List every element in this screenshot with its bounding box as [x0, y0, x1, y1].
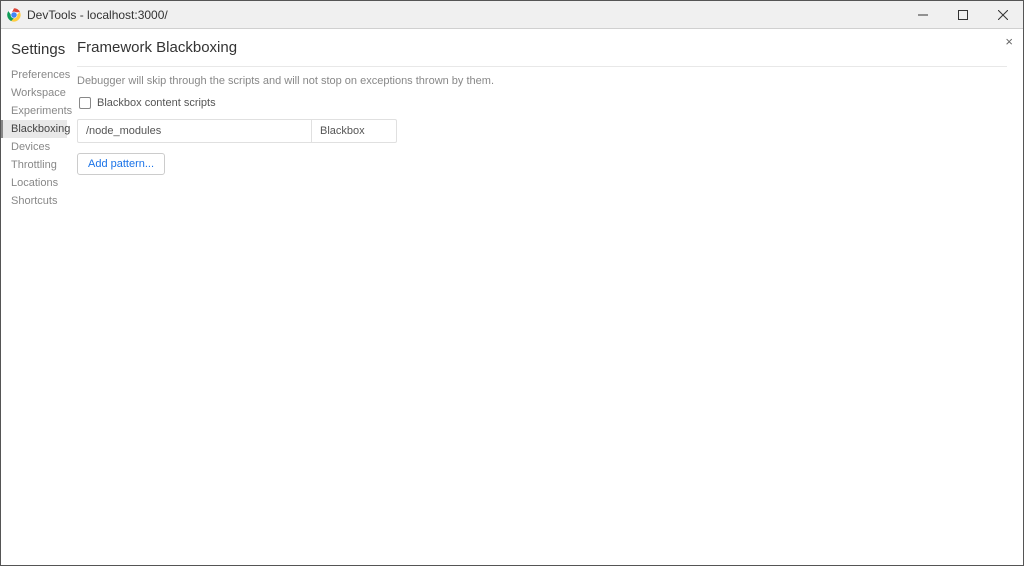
- minimize-button[interactable]: [903, 1, 943, 28]
- window-controls: [903, 1, 1023, 28]
- close-settings-button[interactable]: ×: [1005, 35, 1013, 48]
- sidebar-item-shortcuts[interactable]: Shortcuts: [1, 192, 67, 210]
- pattern-value: /node_modules: [78, 120, 311, 142]
- blackbox-content-scripts-label: Blackbox content scripts: [97, 97, 216, 109]
- sidebar-item-preferences[interactable]: Preferences: [1, 66, 67, 84]
- add-pattern-button[interactable]: Add pattern...: [77, 153, 165, 175]
- sidebar-item-experiments[interactable]: Experiments: [1, 102, 67, 120]
- window-titlebar: DevTools - localhost:3000/: [1, 1, 1023, 29]
- sidebar-item-locations[interactable]: Locations: [1, 174, 67, 192]
- patterns-table: /node_modulesBlackbox: [77, 119, 397, 143]
- pattern-row[interactable]: /node_modulesBlackbox: [78, 120, 396, 142]
- close-window-button[interactable]: [983, 1, 1023, 28]
- page-description: Debugger will skip through the scripts a…: [77, 75, 1007, 87]
- pattern-behavior: Blackbox: [311, 120, 396, 142]
- window-title: DevTools - localhost:3000/: [27, 8, 903, 22]
- sidebar-item-throttling[interactable]: Throttling: [1, 156, 67, 174]
- blackbox-content-scripts-checkbox[interactable]: [79, 97, 91, 109]
- sidebar-title: Settings: [1, 37, 67, 66]
- sidebar-item-blackboxing[interactable]: Blackboxing: [1, 120, 67, 138]
- settings-sidebar: Settings PreferencesWorkspaceExperiments…: [1, 29, 67, 565]
- blackbox-content-scripts-row[interactable]: Blackbox content scripts: [77, 97, 1007, 109]
- maximize-button[interactable]: [943, 1, 983, 28]
- sidebar-item-devices[interactable]: Devices: [1, 138, 67, 156]
- settings-main: Framework Blackboxing Debugger will skip…: [67, 29, 1023, 565]
- sidebar-item-workspace[interactable]: Workspace: [1, 84, 67, 102]
- page-title: Framework Blackboxing: [77, 39, 1007, 67]
- settings-panel: × Settings PreferencesWorkspaceExperimen…: [1, 29, 1023, 565]
- chrome-icon: [7, 8, 21, 22]
